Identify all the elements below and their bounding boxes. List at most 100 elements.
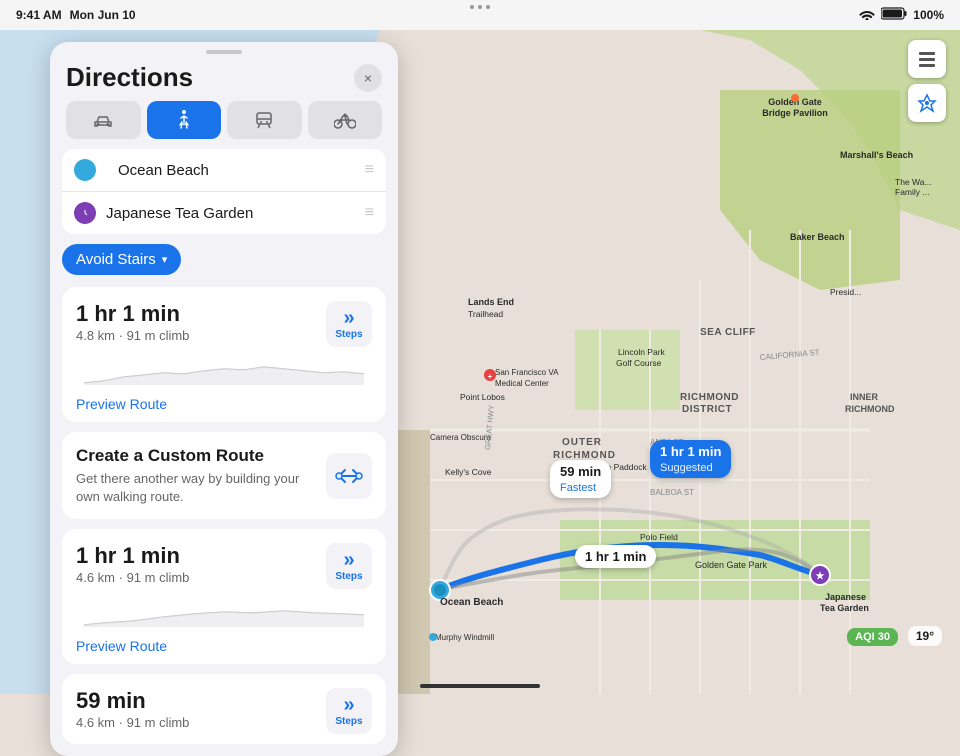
- svg-text:Golf Course: Golf Course: [616, 358, 662, 368]
- directions-panel: Directions × Ocean Beach ≡: [50, 42, 398, 756]
- custom-route-icon: [326, 453, 372, 499]
- preview-route-1[interactable]: Preview Route: [76, 396, 372, 412]
- map-controls: [908, 40, 946, 122]
- steps-chevron-icon-3: »: [343, 695, 354, 715]
- location-button[interactable]: [908, 84, 946, 122]
- svg-text:Lincoln Park: Lincoln Park: [618, 347, 666, 357]
- panel-title: Directions: [66, 62, 193, 93]
- battery-percent: 100%: [913, 8, 944, 22]
- route-3-details: 4.6 km · 91 m climb: [76, 715, 189, 730]
- start-icon: [74, 159, 96, 181]
- route-2-time: 1 hr 1 min: [76, 543, 189, 569]
- svg-text:Kelly's Cove: Kelly's Cove: [445, 467, 492, 477]
- end-icon: [74, 202, 96, 224]
- transport-tabs: [50, 101, 398, 149]
- route-card-1[interactable]: 1 hr 1 min 4.8 km · 91 m climb » Steps P…: [62, 287, 386, 422]
- route-3-info: 59 min 4.6 km · 91 m climb: [76, 688, 189, 730]
- svg-text:Family ...: Family ...: [895, 187, 929, 197]
- panel-header: Directions ×: [50, 58, 398, 101]
- svg-text:Presid...: Presid...: [830, 287, 861, 297]
- status-time: 9:41 AM: [16, 8, 62, 22]
- elevation-svg-2: [76, 597, 372, 627]
- preview-route-2[interactable]: Preview Route: [76, 638, 372, 654]
- svg-text:Trailhead: Trailhead: [468, 309, 503, 319]
- route-1-details: 4.8 km · 91 m climb: [76, 328, 189, 343]
- svg-text:San Francisco VA: San Francisco VA: [495, 368, 559, 377]
- svg-text:BALBOA ST: BALBOA ST: [650, 488, 694, 497]
- svg-text:Japanese: Japanese: [825, 592, 866, 602]
- drag-handle[interactable]: [206, 50, 242, 54]
- home-indicator: [420, 684, 540, 688]
- wifi-icon: [859, 8, 875, 23]
- svg-text:Lands End: Lands End: [468, 297, 514, 307]
- avoid-label: Avoid Stairs: [76, 251, 156, 268]
- temp-badge: 19°: [908, 626, 942, 646]
- route-1-time: 1 hr 1 min: [76, 301, 189, 327]
- svg-text:★: ★: [816, 571, 825, 582]
- route-2-steps-button[interactable]: » Steps: [326, 543, 372, 589]
- svg-text:The Wa...: The Wa...: [895, 177, 932, 187]
- tab-walk[interactable]: [147, 101, 222, 139]
- svg-text:INNER: INNER: [850, 392, 879, 402]
- close-icon: ×: [364, 70, 372, 86]
- svg-text:+: +: [488, 372, 493, 381]
- steps-label-2: Steps: [335, 571, 362, 582]
- steps-label-1: Steps: [335, 329, 362, 340]
- svg-text:Bridge Pavilion: Bridge Pavilion: [762, 108, 828, 118]
- route-card-2-header: 1 hr 1 min 4.6 km · 91 m climb » Steps: [76, 543, 372, 589]
- battery-icon: [881, 7, 907, 23]
- avoid-chevron-icon: ▾: [162, 253, 168, 266]
- svg-text:Polo Field: Polo Field: [640, 532, 678, 542]
- status-date: Mon Jun 10: [70, 8, 136, 22]
- route-card-1-header: 1 hr 1 min 4.8 km · 91 m climb » Steps: [76, 301, 372, 347]
- svg-text:Marshall's Beach: Marshall's Beach: [840, 150, 913, 160]
- steps-label-3: Steps: [335, 716, 362, 727]
- svg-text:RICHMOND: RICHMOND: [845, 404, 895, 414]
- svg-text:Golden Gate Park: Golden Gate Park: [695, 560, 768, 570]
- svg-text:Camera Obscura: Camera Obscura: [430, 433, 491, 442]
- svg-text:Murphy Windmill: Murphy Windmill: [435, 633, 494, 642]
- route-1-steps-button[interactable]: » Steps: [326, 301, 372, 347]
- from-location[interactable]: Ocean Beach: [118, 162, 355, 179]
- tab-transit[interactable]: [227, 101, 302, 139]
- elevation-chart-2: [76, 597, 372, 632]
- top-dots: [470, 5, 490, 9]
- svg-text:OUTER: OUTER: [562, 437, 602, 448]
- route-2-info: 1 hr 1 min 4.6 km · 91 m climb: [76, 543, 189, 585]
- elevation-chart-1: [76, 355, 372, 390]
- tab-car[interactable]: [66, 101, 141, 139]
- tab-cycle[interactable]: [308, 101, 383, 139]
- drag-icon-from: ≡: [365, 161, 374, 179]
- aqi-badge: AQI 30: [847, 628, 898, 646]
- route-label-fastest[interactable]: 59 min Fastest: [550, 460, 611, 498]
- close-button[interactable]: ×: [354, 64, 382, 92]
- svg-text:Point Lobos: Point Lobos: [460, 392, 505, 402]
- route-card-2[interactable]: 1 hr 1 min 4.6 km · 91 m climb » Steps P…: [62, 529, 386, 664]
- route-3-steps-button[interactable]: » Steps: [326, 688, 372, 734]
- svg-text:SEA CLIFF: SEA CLIFF: [700, 327, 756, 338]
- avoid-stairs-button[interactable]: Avoid Stairs ▾: [62, 244, 181, 275]
- drag-icon-to: ≡: [365, 204, 374, 222]
- elevation-svg-1: [76, 355, 372, 385]
- from-row: Ocean Beach ≡: [62, 149, 386, 192]
- steps-chevron-icon: »: [343, 308, 354, 328]
- route-1-info: 1 hr 1 min 4.8 km · 91 m climb: [76, 301, 189, 343]
- status-right: 100%: [859, 7, 944, 23]
- route-label-suggested[interactable]: 1 hr 1 min Suggested: [650, 440, 731, 478]
- custom-route-card[interactable]: Create a Custom Route Get there another …: [62, 432, 386, 519]
- route-label-other[interactable]: 1 hr 1 min: [575, 545, 656, 568]
- route-inputs: Ocean Beach ≡ Japanese Tea Garden ≡: [62, 149, 386, 234]
- status-left: 9:41 AM Mon Jun 10: [16, 8, 136, 22]
- route-card-3[interactable]: 59 min 4.6 km · 91 m climb » Steps: [62, 674, 386, 744]
- svg-text:DISTRICT: DISTRICT: [682, 404, 732, 415]
- svg-text:Medical Center: Medical Center: [495, 379, 549, 388]
- to-location[interactable]: Japanese Tea Garden: [106, 205, 355, 222]
- map-layers-button[interactable]: [908, 40, 946, 78]
- svg-text:Ocean Beach: Ocean Beach: [440, 597, 503, 608]
- to-row: Japanese Tea Garden ≡: [62, 192, 386, 234]
- route-card-3-header: 59 min 4.6 km · 91 m climb » Steps: [76, 688, 372, 734]
- steps-chevron-icon-2: »: [343, 550, 354, 570]
- status-bar: 9:41 AM Mon Jun 10 100%: [0, 0, 960, 30]
- avoid-button-container: Avoid Stairs ▾: [62, 244, 386, 275]
- svg-text:RICHMOND: RICHMOND: [680, 392, 739, 403]
